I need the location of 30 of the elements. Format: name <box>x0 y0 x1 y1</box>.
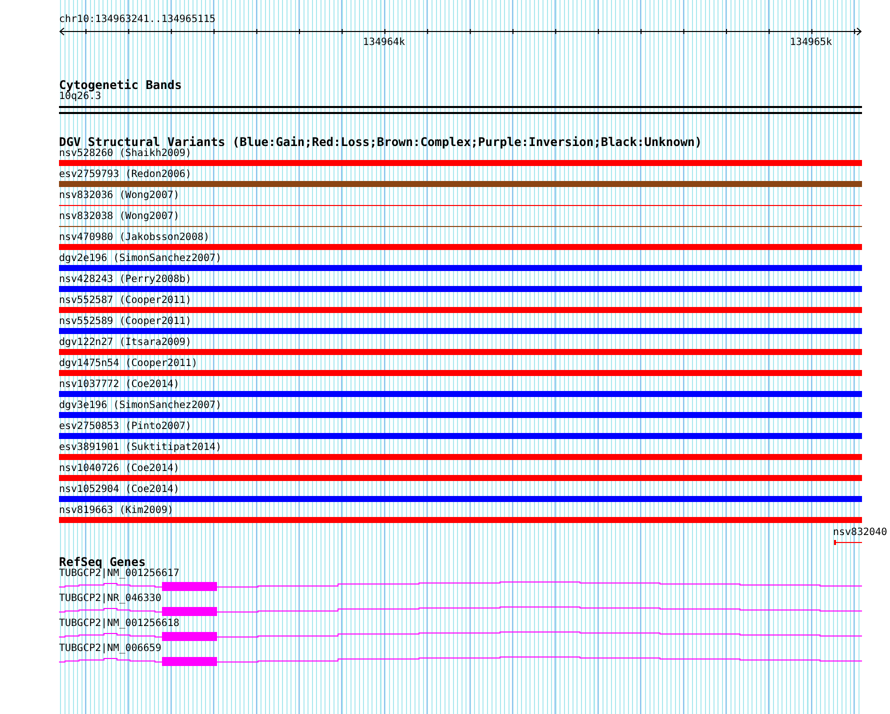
variant-label: nsv832036 (Wong2007) <box>59 190 180 202</box>
variant-label: dgv2e196 (SimonSanchez2007) <box>59 253 222 265</box>
variant-label: nsv552587 (Cooper2011) <box>59 295 192 307</box>
gene-label: TUBGCP2|NR_046330 <box>59 593 162 605</box>
band-label: 10q26.3 <box>59 91 102 103</box>
gene-label: TUBGCP2|NM_006659 <box>59 643 162 655</box>
variant-label: nsv552589 (Cooper2011) <box>59 316 192 328</box>
variant-label: nsv470980 (Jakobsson2008) <box>59 232 210 244</box>
region-location: chr10:134963241..134965115 <box>59 14 216 26</box>
track-title: DGV Structural Variants (Blue:Gain;Red:Loss;Brown:Complex;Purple:Inversion;Black:Unknown) <box>59 136 702 148</box>
variant-label: nsv528260 (Shaikh2009) <box>59 148 192 160</box>
variant-label: nsv1052904 (Coe2014) <box>59 484 180 496</box>
variant-label: dgv3e196 (SimonSanchez2007) <box>59 400 222 412</box>
variant-label: esv2750853 (Pinto2007) <box>59 421 192 433</box>
track-title: RefSeq Genes <box>59 556 146 568</box>
ruler-tick-label: 134965k <box>790 37 832 49</box>
gene-label: TUBGCP2|NM_001256618 <box>59 618 180 630</box>
variant-label: esv2759793 (Redon2006) <box>59 169 192 181</box>
track-title: Cytogenetic Bands <box>59 79 182 91</box>
variant-label: nsv832040 <box>833 527 888 539</box>
variant-label: esv3891901 (Suktitipat2014) <box>59 442 222 454</box>
variant-label: nsv1040726 (Coe2014) <box>59 463 180 475</box>
variant-label: nsv819663 (Kim2009) <box>59 505 174 517</box>
ruler-tick-label: 134964k <box>362 37 406 49</box>
gene-label: TUBGCP2|NM_001256617 <box>59 568 180 580</box>
variant-label: dgv1475n54 (Cooper2011) <box>59 358 198 370</box>
variant-label: nsv428243 (Perry2008b) <box>59 274 192 286</box>
variant-label: nsv832038 (Wong2007) <box>59 211 180 223</box>
variant-label: dgv122n27 (Itsara2009) <box>59 337 192 349</box>
variant-label: nsv1037772 (Coe2014) <box>59 379 180 391</box>
